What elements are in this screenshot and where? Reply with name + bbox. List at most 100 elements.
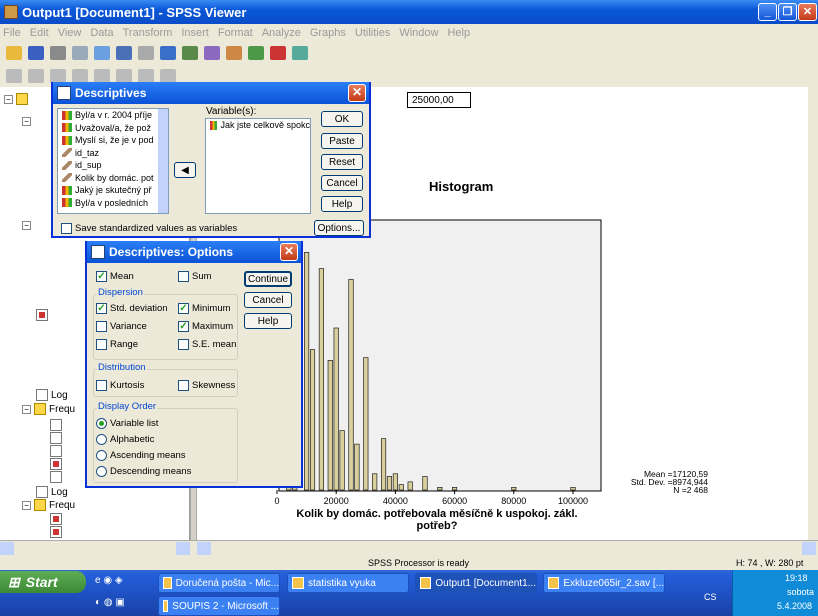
options-button[interactable]: Options... [314, 220, 364, 236]
menu-window[interactable]: Window [399, 27, 438, 39]
mean-checkbox[interactable]: ✓ Mean [96, 271, 134, 282]
menu-analyze[interactable]: Analyze [262, 27, 301, 39]
sum-checkbox[interactable]: Sum [178, 271, 212, 282]
kurtosis-checkbox[interactable]: Kurtosis [96, 380, 144, 391]
menu-insert[interactable]: Insert [181, 27, 209, 39]
collapse-toggle[interactable]: − [22, 117, 31, 126]
tree-leaf[interactable] [50, 458, 65, 470]
menu-graphs[interactable]: Graphs [310, 27, 346, 39]
collapse-toggle[interactable]: − [22, 500, 31, 510]
task-mail[interactable]: Doručená pošta - Mic... [158, 573, 280, 593]
minimize-button[interactable]: _ [758, 3, 777, 21]
tree-leaf[interactable] [50, 526, 65, 538]
collapse-toggle[interactable]: − [4, 94, 13, 104]
se-mean-checkbox[interactable]: S.E. mean [178, 339, 236, 350]
tree-leaf[interactable] [50, 445, 65, 457]
list-item[interactable]: Byl/a v r. 2004 příje [58, 109, 168, 122]
collapse-toggle[interactable]: − [22, 404, 31, 414]
cancel-button[interactable]: Cancel [321, 175, 363, 191]
scroll-left-icon[interactable] [197, 542, 211, 555]
tree-node[interactable]: − [22, 117, 34, 126]
ie-icon[interactable]: e [95, 575, 101, 586]
export-icon[interactable] [94, 46, 110, 60]
firefox-icon[interactable]: ◈ [115, 575, 123, 586]
continue-button[interactable]: Continue [244, 271, 292, 287]
maximize-button[interactable]: ❐ [778, 3, 797, 21]
explorer-icon[interactable]: ◐ [95, 597, 101, 608]
options-close-icon[interactable]: ✕ [280, 243, 298, 261]
list-item[interactable]: Kolik by domác. pot [58, 172, 168, 185]
minimum-checkbox[interactable]: ✓ Minimum [178, 303, 231, 314]
order-variable-list-radio[interactable]: Variable list [96, 418, 158, 429]
value-labels-icon[interactable] [248, 46, 264, 60]
tree-output-root[interactable]: − [4, 93, 31, 105]
list-item[interactable]: id_taz [58, 147, 168, 160]
order-ascending-radio[interactable]: Ascending means [96, 450, 186, 461]
globe-icon[interactable]: ◍ [104, 597, 113, 608]
promote-icon[interactable] [6, 69, 22, 83]
tree-leaf[interactable] [50, 419, 65, 431]
insert-title-icon[interactable] [160, 69, 176, 83]
insert-icon[interactable] [292, 46, 308, 60]
start-button[interactable]: ⊞ Start [0, 571, 86, 593]
ok-button[interactable]: OK [321, 111, 363, 127]
tray-icons[interactable] [737, 575, 777, 585]
help-button[interactable]: Help [321, 196, 363, 212]
range-checkbox[interactable]: Range [96, 339, 138, 350]
undo-icon[interactable] [138, 46, 154, 60]
checkbox-box[interactable] [96, 339, 107, 350]
print-preview-icon[interactable] [72, 46, 88, 60]
menu-file[interactable]: File [3, 27, 21, 39]
menu-format[interactable]: Format [218, 27, 253, 39]
collapse-icon[interactable] [72, 69, 88, 83]
designate-window-icon[interactable] [270, 46, 286, 60]
menu-view[interactable]: View [58, 27, 82, 39]
radio-dot[interactable] [96, 450, 107, 461]
print-icon[interactable] [50, 46, 66, 60]
goto-data-icon[interactable] [160, 46, 176, 60]
menu-help[interactable]: Help [447, 27, 470, 39]
chart-icon[interactable] [182, 46, 198, 60]
outlook-icon[interactable]: ◉ [103, 575, 112, 586]
horizontal-scrollbar[interactable] [0, 540, 818, 555]
tree-leaf[interactable] [50, 471, 65, 483]
desktop-icon[interactable]: ▣ [115, 597, 124, 608]
order-descending-radio[interactable]: Descending means [96, 466, 191, 477]
checkbox-box[interactable] [178, 380, 189, 391]
hide-icon[interactable] [116, 69, 132, 83]
task-data[interactable]: Exkluze065ir_2.sav [... [543, 573, 665, 593]
options-help-button[interactable]: Help [244, 313, 292, 329]
std-deviation-checkbox[interactable]: ✓ Std. deviation [96, 303, 168, 314]
tree-item-log[interactable]: Log [36, 486, 68, 498]
move-variable-button[interactable]: ◀ [174, 162, 196, 178]
list-item[interactable]: Jaký je skutečný př [58, 184, 168, 197]
menu-data[interactable]: Data [90, 27, 113, 39]
demote-icon[interactable] [28, 69, 44, 83]
skewness-checkbox[interactable]: Skewness [178, 380, 235, 391]
maximum-checkbox[interactable]: ✓ Maximum [178, 321, 233, 332]
expand-icon[interactable] [50, 69, 66, 83]
scroll-right-icon[interactable] [176, 542, 190, 555]
show-icon[interactable] [94, 69, 110, 83]
list-item[interactable]: Myslí si, že je v pod [58, 134, 168, 147]
list-item[interactable]: id_sup [58, 159, 168, 172]
vertical-scrollbar[interactable] [808, 87, 818, 540]
save-standardized-checkbox[interactable]: Save standardized values as variables [61, 223, 237, 234]
insert-heading-icon[interactable] [138, 69, 154, 83]
checkbox-box[interactable]: ✓ [178, 303, 189, 314]
tree-item-frequencies[interactable]: − Frequ [22, 403, 75, 415]
options-cancel-button[interactable]: Cancel [244, 292, 292, 308]
collapse-toggle[interactable]: − [22, 221, 31, 230]
save-icon[interactable] [28, 46, 44, 60]
checkbox-box[interactable] [96, 321, 107, 332]
descriptives-close-icon[interactable]: ✕ [348, 84, 366, 102]
checkbox-box[interactable] [178, 271, 189, 282]
radio-dot[interactable] [96, 418, 107, 429]
tree-leaf[interactable] [36, 309, 51, 321]
scroll-right-icon[interactable] [802, 542, 816, 555]
menu-transform[interactable]: Transform [123, 27, 173, 39]
order-alphabetic-radio[interactable]: Alphabetic [96, 434, 154, 445]
task-folder[interactable]: statistika vyuka [287, 573, 409, 593]
scroll-left-icon[interactable] [0, 542, 14, 555]
list-item[interactable]: Jak jste celkově spokc [206, 119, 310, 132]
